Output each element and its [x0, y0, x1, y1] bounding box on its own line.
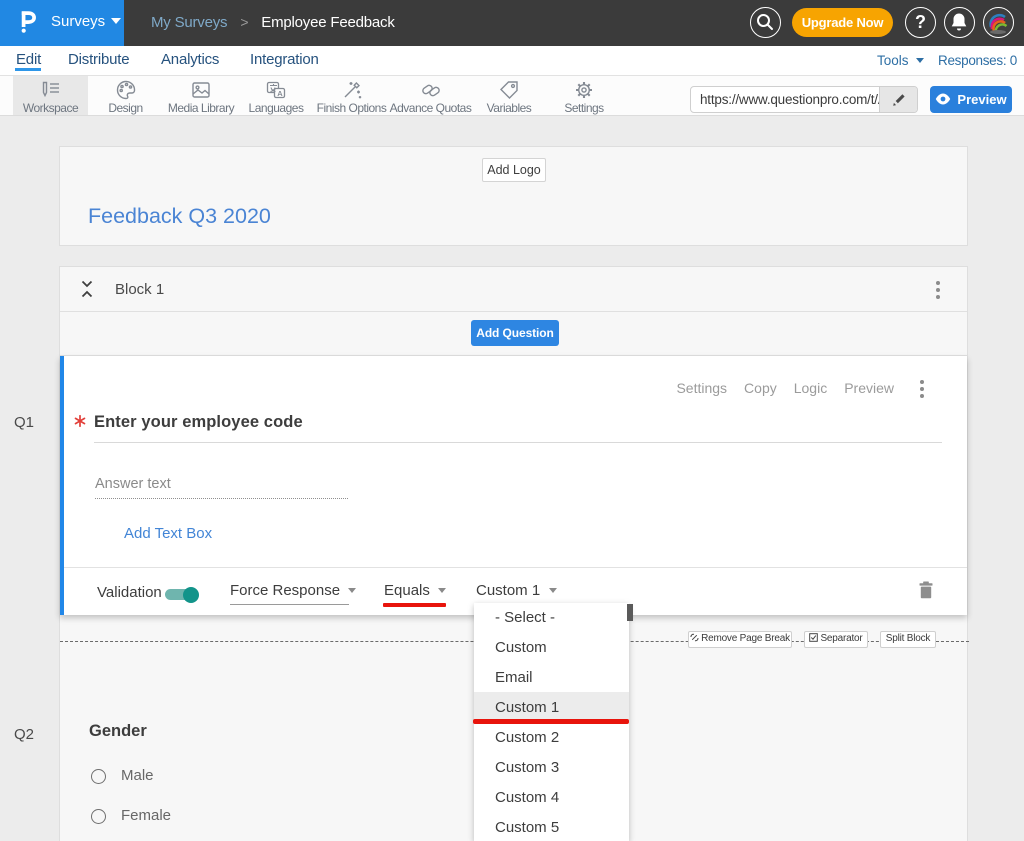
svg-text:A: A	[277, 89, 283, 98]
